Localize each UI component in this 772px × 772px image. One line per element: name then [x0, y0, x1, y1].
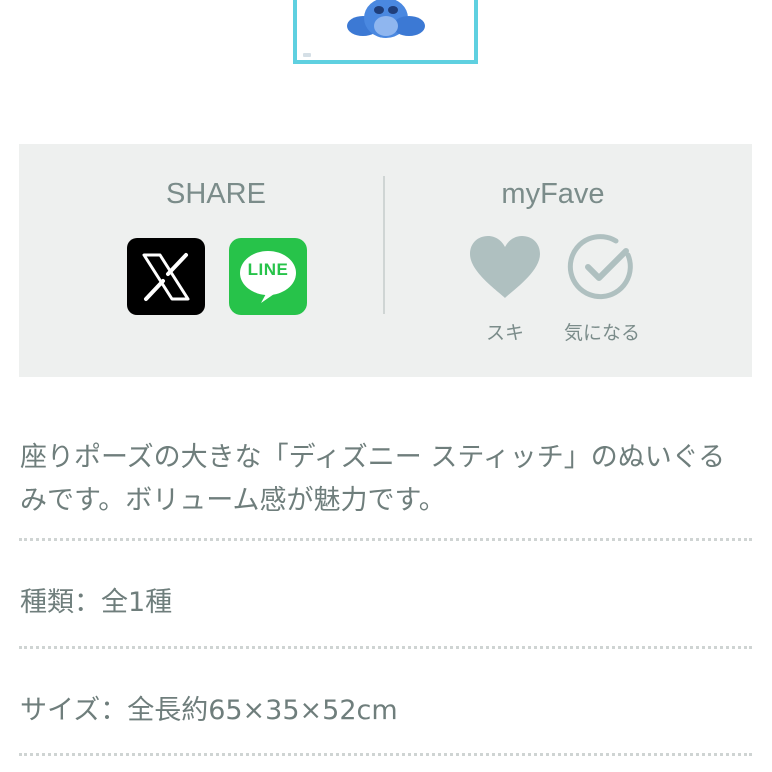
spec-size: サイズ：全長約65×35×52cm: [20, 695, 398, 726]
product-description: 座りポーズの大きな「ディズニー スティッチ」のぬいぐるみです。ボリューム感が魅力…: [20, 442, 726, 516]
copyright-mark: [303, 53, 311, 57]
stitch-plush-image: [347, 0, 425, 38]
share-title: SHARE: [166, 178, 266, 210]
x-logo-icon: [142, 252, 190, 301]
product-image[interactable]: [293, 0, 478, 64]
divider-dotted: [19, 753, 752, 756]
like-label: スキ: [485, 322, 524, 344]
myfave-title: myFave: [501, 178, 605, 210]
interested-button[interactable]: [565, 232, 639, 302]
heart-icon: [470, 236, 540, 298]
share-x-button[interactable]: [127, 238, 205, 315]
divider-dotted: [19, 646, 752, 649]
spec-type: 種類：全1種: [20, 587, 173, 618]
line-logo-text: LINE: [247, 260, 289, 279]
interested-label: 気になる: [563, 322, 640, 344]
divider-dotted: [19, 538, 752, 541]
like-button[interactable]: [468, 232, 542, 302]
panel-divider: [383, 176, 385, 314]
check-circle-icon: [567, 234, 633, 300]
share-line-button[interactable]: LINE: [229, 238, 307, 315]
